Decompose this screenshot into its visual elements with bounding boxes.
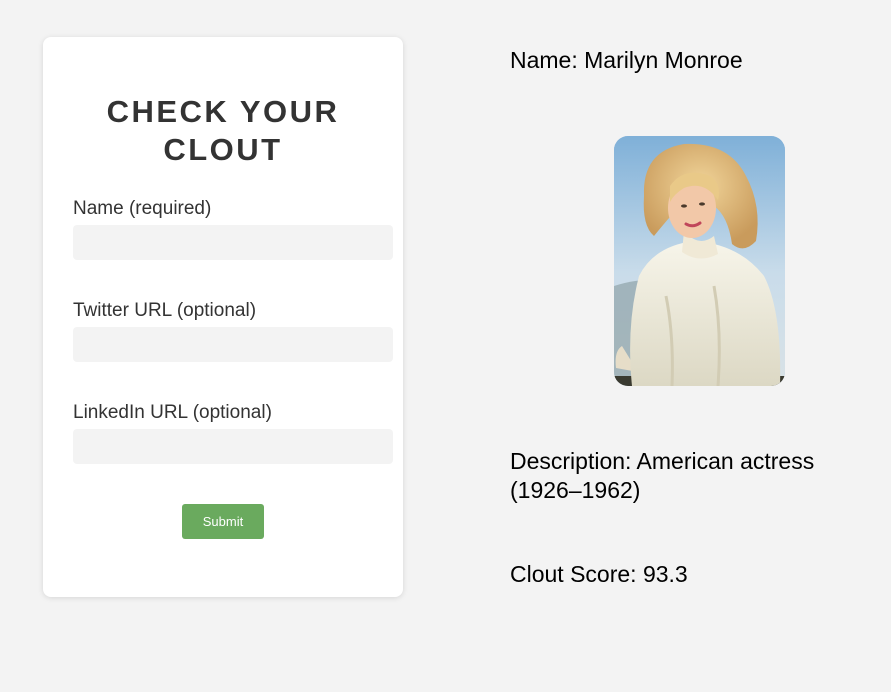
profile-photo [614, 136, 785, 386]
result-clout-score: Clout Score: 93.3 [510, 561, 688, 587]
twitter-url-input[interactable] [73, 327, 393, 362]
name-input[interactable] [73, 225, 393, 260]
submit-button[interactable]: Submit [182, 504, 264, 539]
result-description-line2: (1926–1962) [510, 477, 641, 503]
result-name: Name: Marilyn Monroe [510, 47, 743, 73]
form-title: CHECK YOUR CLOUT [106, 94, 340, 167]
linkedin-url-input[interactable] [73, 429, 393, 464]
result-description-line1: Description: American actress [510, 448, 815, 474]
name-label: Name (required) [73, 198, 212, 219]
clout-form-card: CHECK YOUR CLOUT Name (required) Twitter… [43, 37, 403, 597]
linkedin-url-label: LinkedIn URL (optional) [73, 402, 272, 423]
twitter-url-label: Twitter URL (optional) [73, 300, 257, 321]
result-description: Description: American actress (1926–1962… [510, 447, 814, 505]
